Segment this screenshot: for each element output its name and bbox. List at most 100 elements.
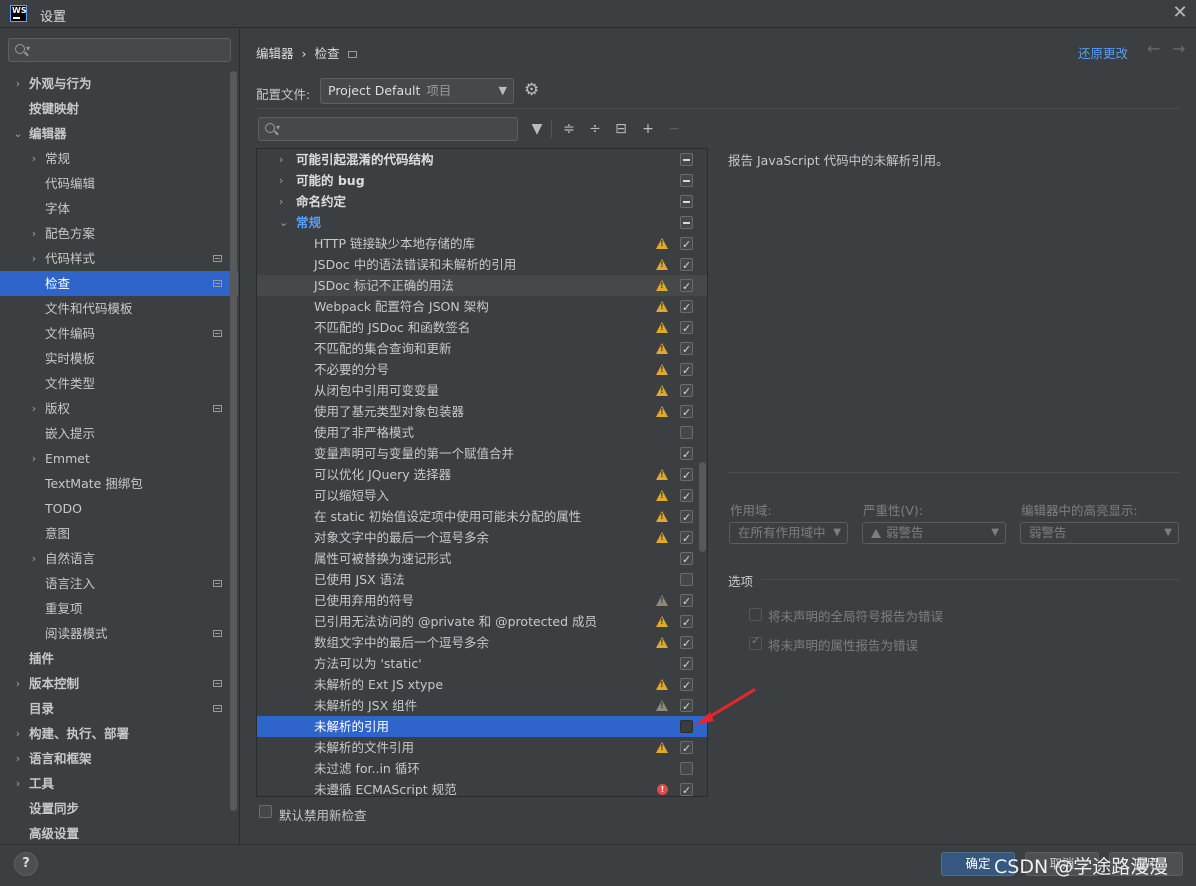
sidebar-item[interactable]: 目录 bbox=[0, 696, 238, 721]
chevron-right-icon[interactable]: › bbox=[279, 149, 283, 170]
inspection-checkbox[interactable] bbox=[680, 633, 693, 654]
inspection-row[interactable]: 使用了非严格模式 bbox=[257, 422, 707, 443]
sidebar-item[interactable]: ⌄ 编辑器 bbox=[0, 121, 238, 146]
chevron-right-icon[interactable]: › bbox=[279, 191, 283, 212]
inspection-row[interactable]: 已使用 JSX 语法 bbox=[257, 569, 707, 590]
sidebar-item[interactable]: › 配色方案 bbox=[0, 221, 238, 246]
chevron-right-icon[interactable]: › bbox=[13, 721, 23, 746]
chevron-down-icon[interactable]: ⌄ bbox=[279, 212, 288, 233]
inspection-row[interactable]: 未解析的 JSX 组件 bbox=[257, 695, 707, 717]
chevron-right-icon[interactable]: › bbox=[29, 446, 39, 471]
profile-select[interactable]: Project Default 项目 ▼ bbox=[320, 78, 514, 104]
sidebar-item[interactable]: TextMate 捆绑包 bbox=[0, 471, 238, 496]
inspection-scrollbar[interactable] bbox=[699, 462, 706, 552]
inspection-checkbox[interactable] bbox=[680, 549, 693, 570]
filter-icon[interactable]: ▼ bbox=[528, 118, 546, 140]
sidebar-item[interactable]: 设置同步 bbox=[0, 796, 238, 821]
highlight-select[interactable]: 弱警告 ▼ bbox=[1020, 522, 1179, 544]
sidebar-item[interactable]: 重复项 bbox=[0, 596, 238, 621]
remove-icon[interactable]: − bbox=[665, 118, 683, 140]
chevron-right-icon[interactable]: › bbox=[29, 246, 39, 271]
chevron-right-icon[interactable]: › bbox=[29, 396, 39, 421]
inspection-row[interactable]: 数组文字中的最后一个逗号多余 bbox=[257, 632, 707, 654]
inspection-checkbox[interactable] bbox=[680, 360, 693, 381]
inspection-checkbox[interactable] bbox=[680, 255, 693, 276]
inspection-group[interactable]: › 可能引起混淆的代码结构 bbox=[257, 149, 707, 170]
inspection-row[interactable]: JSDoc 标记不正确的用法 bbox=[257, 275, 707, 297]
inspection-checkbox[interactable] bbox=[680, 654, 693, 675]
sidebar-item[interactable]: 意图 bbox=[0, 521, 238, 546]
gear-icon[interactable]: ⚙ bbox=[524, 80, 539, 100]
inspection-row[interactable]: 对象文字中的最后一个逗号多余 bbox=[257, 527, 707, 549]
sidebar-item[interactable]: › 外观与行为 bbox=[0, 71, 238, 96]
inspection-row[interactable]: 可以缩短导入 bbox=[257, 485, 707, 507]
sidebar-item[interactable]: 检查 bbox=[0, 271, 238, 296]
inspection-checkbox[interactable] bbox=[680, 486, 693, 507]
sidebar-item[interactable]: › 版本控制 bbox=[0, 671, 238, 696]
inspection-checkbox[interactable] bbox=[680, 528, 693, 549]
inspection-row[interactable]: 未解析的引用 bbox=[257, 716, 707, 737]
inspection-checkbox[interactable] bbox=[680, 612, 693, 633]
forward-arrow-icon[interactable]: → bbox=[1172, 39, 1185, 58]
inspection-row[interactable]: 已引用无法访问的 @private 和 @protected 成员 bbox=[257, 611, 707, 633]
inspection-row[interactable]: Webpack 配置符合 JSON 架构 bbox=[257, 296, 707, 318]
reset-to-empty-icon[interactable]: ⊟ bbox=[612, 118, 630, 140]
inspection-checkbox[interactable] bbox=[680, 174, 693, 187]
inspection-checkbox[interactable] bbox=[680, 216, 693, 229]
inspection-group[interactable]: ⌄ 常规 bbox=[257, 212, 707, 233]
sidebar-item[interactable]: › 代码样式 bbox=[0, 246, 238, 271]
sidebar-item[interactable]: › 常规 bbox=[0, 146, 238, 171]
inspection-row[interactable]: HTTP 链接缺少本地存储的库 bbox=[257, 233, 707, 255]
sidebar-item[interactable]: › 构建、执行、部署 bbox=[0, 721, 238, 746]
inspection-checkbox[interactable] bbox=[680, 444, 693, 465]
sidebar-scrollbar[interactable] bbox=[230, 71, 237, 811]
inspection-checkbox[interactable] bbox=[680, 591, 693, 612]
chevron-right-icon[interactable]: › bbox=[279, 170, 283, 191]
inspection-checkbox[interactable] bbox=[680, 426, 693, 439]
chevron-right-icon[interactable]: › bbox=[13, 746, 23, 771]
inspection-checkbox[interactable] bbox=[680, 276, 693, 297]
chevron-right-icon[interactable]: › bbox=[29, 146, 39, 171]
inspection-row[interactable]: 可以优化 JQuery 选择器 bbox=[257, 464, 707, 486]
severity-select[interactable]: 弱警告 ▼ bbox=[862, 522, 1006, 544]
inspection-checkbox[interactable] bbox=[680, 234, 693, 255]
collapse-all-icon[interactable]: ÷ bbox=[586, 118, 604, 140]
inspection-checkbox[interactable] bbox=[680, 402, 693, 423]
sidebar-item[interactable]: › 工具 bbox=[0, 771, 238, 796]
inspection-checkbox[interactable] bbox=[680, 573, 693, 586]
report-global-symbols-checkbox[interactable] bbox=[749, 608, 762, 621]
inspection-group[interactable]: › 命名约定 bbox=[257, 191, 707, 212]
inspection-checkbox[interactable] bbox=[680, 339, 693, 360]
revert-changes-link[interactable]: 还原更改 bbox=[1078, 43, 1128, 62]
inspection-checkbox[interactable] bbox=[680, 318, 693, 339]
inspection-checkbox[interactable] bbox=[680, 738, 693, 759]
chevron-right-icon[interactable]: › bbox=[29, 546, 39, 571]
inspection-row[interactable]: 属性可被替换为速记形式 bbox=[257, 548, 707, 570]
close-icon[interactable]: ✕ bbox=[1170, 2, 1190, 24]
chevron-right-icon[interactable]: › bbox=[13, 71, 23, 96]
sidebar-item[interactable]: 文件类型 bbox=[0, 371, 238, 396]
inspection-checkbox[interactable] bbox=[680, 381, 693, 402]
inspection-group[interactable]: › 可能的 bug bbox=[257, 170, 707, 191]
inspection-row[interactable]: 变量声明可与变量的第一个赋值合并 bbox=[257, 443, 707, 465]
inspection-row[interactable]: JSDoc 中的语法错误和未解析的引用 bbox=[257, 254, 707, 276]
sidebar-item[interactable]: 阅读器模式 bbox=[0, 621, 238, 646]
inspection-checkbox[interactable] bbox=[680, 507, 693, 528]
sidebar-item[interactable]: › 版权 bbox=[0, 396, 238, 421]
inspection-checkbox[interactable] bbox=[680, 153, 693, 166]
inspection-checkbox[interactable] bbox=[680, 780, 693, 796]
sidebar-item[interactable]: 文件编码 bbox=[0, 321, 238, 346]
sidebar-item[interactable]: 插件 bbox=[0, 646, 238, 671]
inspection-row[interactable]: 使用了基元类型对象包装器 bbox=[257, 401, 707, 423]
sidebar-item[interactable]: 文件和代码模板 bbox=[0, 296, 238, 321]
inspection-row[interactable]: 未解析的 Ext JS xtype bbox=[257, 674, 707, 696]
sidebar-item[interactable]: 实时模板 bbox=[0, 346, 238, 371]
chevron-right-icon[interactable]: › bbox=[29, 221, 39, 246]
inspection-search-input[interactable] bbox=[258, 117, 518, 141]
chevron-right-icon[interactable]: › bbox=[13, 671, 23, 696]
add-icon[interactable]: + bbox=[639, 118, 657, 140]
sidebar-item[interactable]: 字体 bbox=[0, 196, 238, 221]
inspection-row[interactable]: 未遵循 ECMAScript 规范! bbox=[257, 779, 707, 796]
sidebar-item[interactable]: › Emmet bbox=[0, 446, 238, 471]
default-disable-checkbox[interactable] bbox=[259, 805, 272, 818]
